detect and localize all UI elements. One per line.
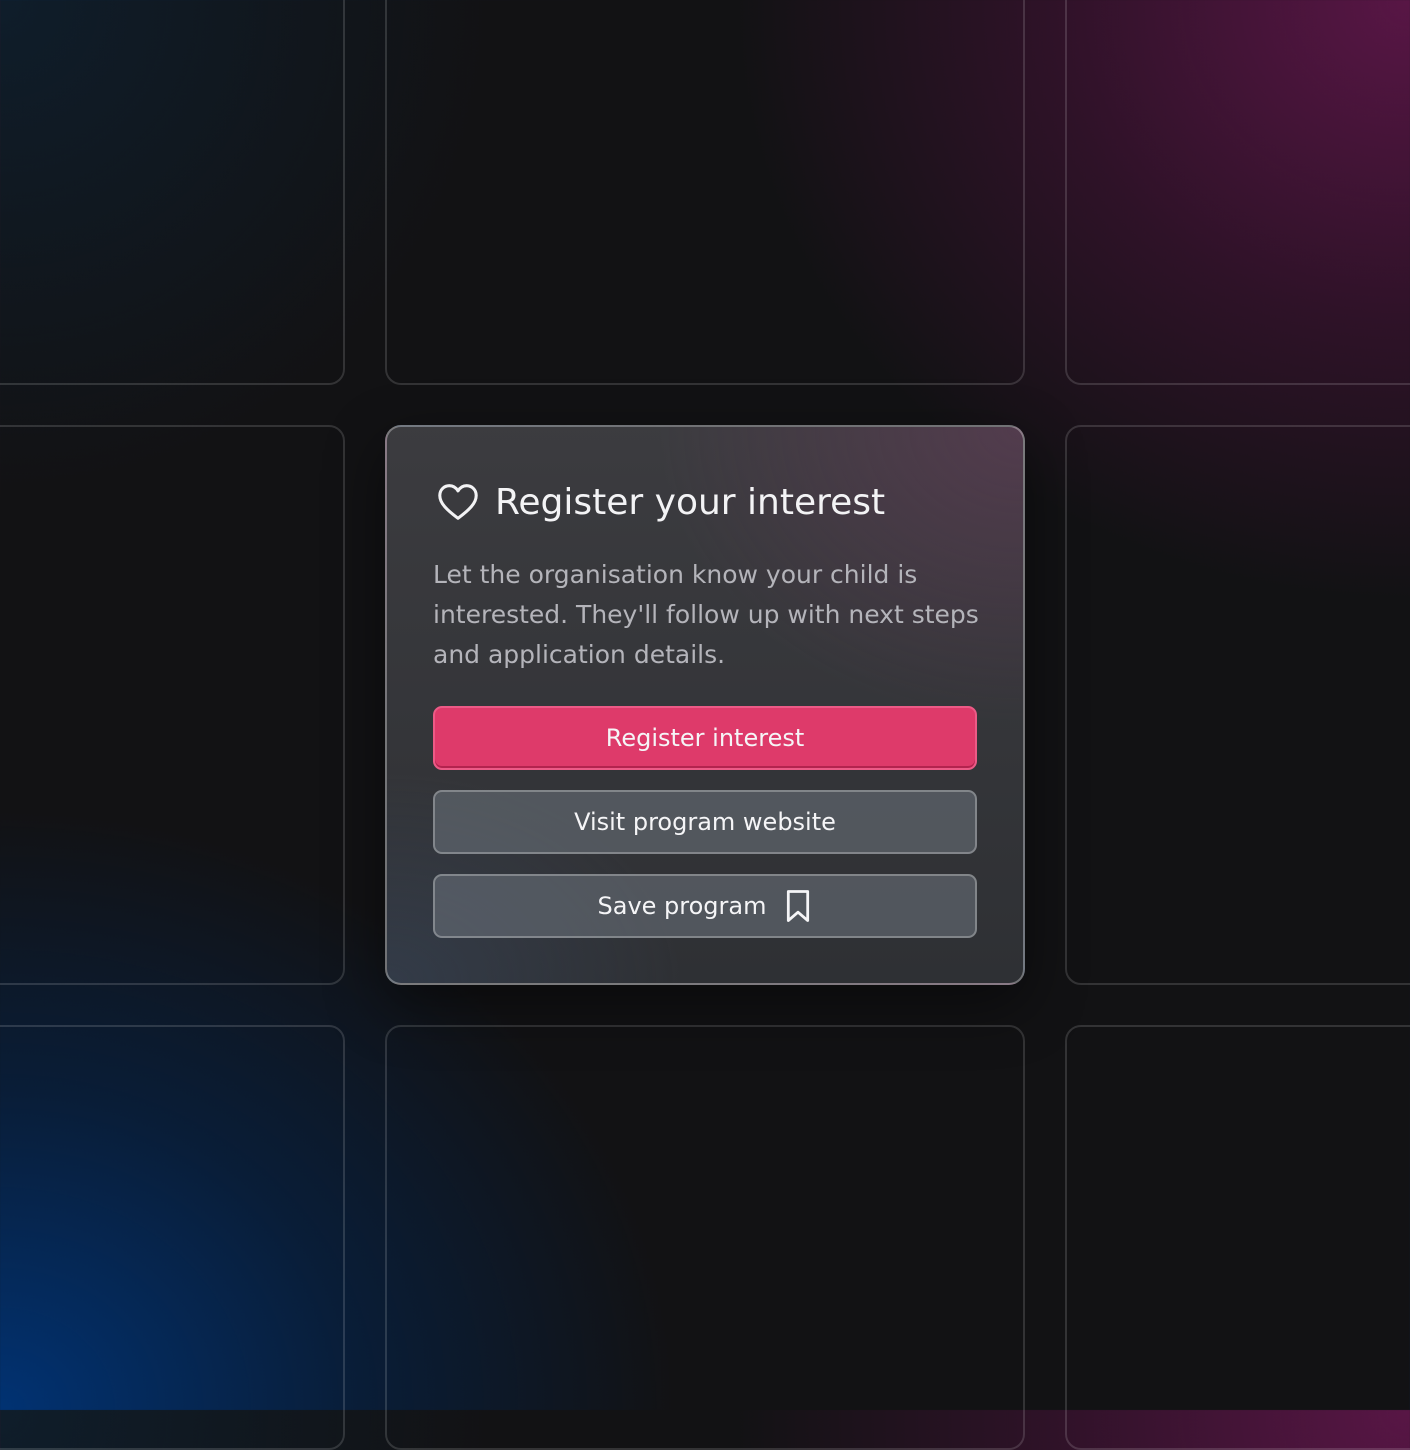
save-program-label: Save program bbox=[597, 892, 767, 920]
heart-icon bbox=[438, 484, 478, 520]
background-tile bbox=[1065, 425, 1410, 985]
register-interest-button[interactable]: Register interest bbox=[433, 706, 977, 770]
card-description: Let the organisation know your child is … bbox=[433, 560, 979, 669]
bookmark-icon bbox=[787, 890, 810, 922]
background-tile bbox=[385, 0, 1025, 385]
register-interest-card: Register your interest Let the organisat… bbox=[385, 425, 1025, 985]
visit-program-website-button[interactable]: Visit program website bbox=[433, 790, 977, 854]
background-tile bbox=[0, 0, 345, 385]
background-tile bbox=[0, 425, 345, 985]
card-header: Register your interest bbox=[435, 479, 885, 525]
save-program-button[interactable]: Save program bbox=[433, 874, 977, 938]
background-tile bbox=[1065, 1025, 1410, 1450]
background-tile bbox=[1065, 0, 1410, 385]
visit-program-website-label: Visit program website bbox=[574, 808, 836, 836]
card-title: Register your interest bbox=[495, 481, 886, 523]
background-tile bbox=[385, 1025, 1025, 1450]
register-interest-label: Register interest bbox=[605, 724, 805, 752]
background-tile bbox=[0, 1025, 345, 1450]
